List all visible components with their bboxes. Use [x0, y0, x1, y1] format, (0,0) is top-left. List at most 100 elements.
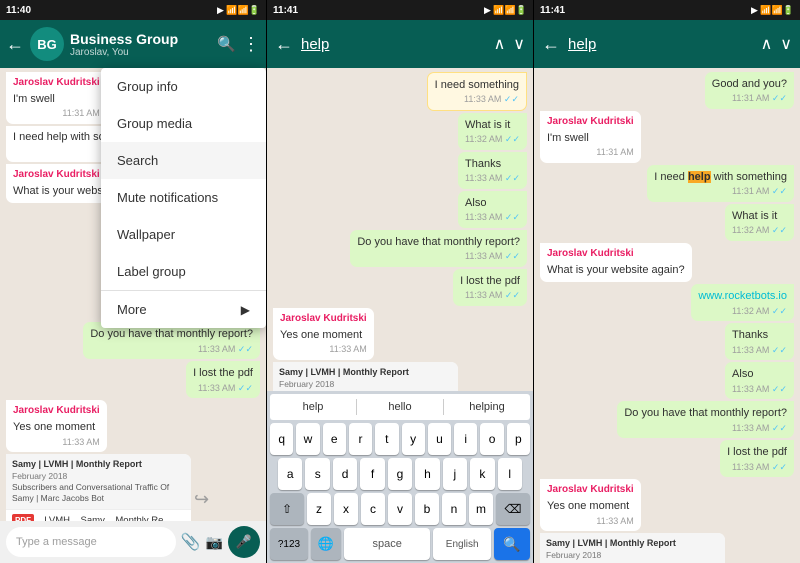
msg-sender: Jaroslav Kudritski	[547, 247, 685, 261]
kb-key-b[interactable]: b	[415, 493, 439, 525]
kb-key-globe[interactable]: 🌐	[311, 528, 341, 560]
kb-suggestions: help hello helping	[270, 394, 530, 420]
msg-outgoing: Thanks 11:33 AM ✓✓	[725, 323, 794, 360]
menu-item-label[interactable]: Label group	[101, 253, 266, 290]
msg-outgoing: I lost the pdf 11:33 AM ✓✓	[720, 440, 794, 477]
kb-key-l[interactable]: l	[498, 458, 522, 490]
more-chevron-icon: ▶	[241, 303, 250, 317]
msg-text: What is your website again?	[547, 264, 685, 276]
msg-meta: 11:33 AM ✓✓	[90, 343, 253, 356]
header-info-1[interactable]: Business Group Jaroslav, You	[70, 31, 211, 58]
pdf-preview-2: Samy | LVMH | Monthly Report February 20…	[273, 362, 458, 391]
input-box-1[interactable]: Type a message	[6, 527, 176, 557]
pdf-card-1[interactable]: Samy | LVMH | Monthly Report February 20…	[6, 454, 191, 521]
kb-key-search[interactable]: 🔍	[494, 528, 530, 560]
msg-meta: 11:33 AM ✓✓	[465, 211, 520, 224]
pdf-card-3[interactable]: Samy | LVMH | Monthly Report February 20…	[540, 533, 725, 563]
msg-meta: 11:33 AM ✓✓	[435, 93, 519, 106]
msg-meta: 11:32 AM ✓✓	[698, 305, 787, 318]
msg-outgoing: Also 11:33 AM ✓✓	[725, 362, 794, 399]
kb-suggestion-helping[interactable]: helping	[444, 401, 530, 413]
msg-text: Thanks	[732, 329, 768, 341]
kb-key-v[interactable]: v	[388, 493, 412, 525]
kb-key-e[interactable]: e	[323, 423, 346, 455]
kb-suggestion-hello[interactable]: hello	[357, 401, 443, 413]
search-header-2: ← help ∧ ∨	[267, 20, 533, 68]
kb-key-t[interactable]: t	[375, 423, 398, 455]
kb-key-shift[interactable]: ⇧	[270, 493, 304, 525]
kb-key-d[interactable]: d	[333, 458, 357, 490]
kb-key-a[interactable]: a	[278, 458, 302, 490]
kb-key-u[interactable]: u	[428, 423, 451, 455]
back-icon-1[interactable]: ←	[6, 34, 24, 55]
kb-key-z[interactable]: z	[307, 493, 331, 525]
menu-item-search[interactable]: Search	[101, 142, 266, 179]
msg-meta: 11:31 AM ✓✓	[654, 185, 787, 198]
msg-text: www.rocketbots.io	[698, 290, 787, 302]
camera-icon-1[interactable]: 📷	[206, 534, 223, 551]
kb-key-w[interactable]: w	[296, 423, 319, 455]
nav-up-icon-3[interactable]: ∧	[761, 34, 773, 54]
kb-key-y[interactable]: y	[402, 423, 425, 455]
kb-suggestion-help[interactable]: help	[270, 401, 356, 413]
kb-key-m[interactable]: m	[469, 493, 493, 525]
more-icon-1[interactable]: ⋮	[242, 34, 260, 55]
menu-item-group-info[interactable]: Group info	[101, 68, 266, 105]
kb-key-o[interactable]: o	[480, 423, 503, 455]
mic-button-1[interactable]: 🎤	[228, 526, 260, 558]
pdf-preview-1: Samy | LVMH | Monthly Report February 20…	[6, 454, 191, 510]
msg-meta: 11:33 AM ✓✓	[357, 250, 520, 263]
msg-meta: 11:33 AM	[547, 515, 634, 528]
back-icon-3[interactable]: ←	[542, 34, 560, 55]
pdf-card-2[interactable]: Samy | LVMH | Monthly Report February 20…	[273, 362, 458, 391]
msg-meta: 11:33 AM ✓✓	[460, 289, 520, 302]
menu-item-mute[interactable]: Mute notifications	[101, 179, 266, 216]
kb-key-i[interactable]: i	[454, 423, 477, 455]
search-term-3: help	[568, 36, 753, 53]
kb-key-c[interactable]: c	[361, 493, 385, 525]
status-bar-1: 11:40 ▶ 📶📶🔋	[0, 0, 267, 20]
msg-meta: 11:32 AM ✓✓	[465, 133, 520, 146]
msg-sender: Jaroslav Kudritski	[547, 483, 634, 497]
kb-key-j[interactable]: j	[443, 458, 467, 490]
search-icon-1[interactable]: 🔍	[217, 35, 236, 53]
more-label: More	[117, 302, 147, 317]
kb-key-g[interactable]: g	[388, 458, 412, 490]
kb-key-backspace[interactable]: ⌫	[496, 493, 530, 525]
msg-outgoing: Also 11:33 AM ✓✓	[458, 191, 527, 228]
msg-incoming: Jaroslav Kudritski What is your website …	[540, 243, 692, 282]
kb-key-f[interactable]: f	[360, 458, 384, 490]
kb-row-4: ?123 🌐 space English 🔍	[270, 528, 530, 560]
status-icons-2: ▶ 📶📶🔋	[484, 5, 527, 16]
chat-input-1: Type a message 📎 📷 🎤	[0, 521, 266, 563]
kb-key-k[interactable]: k	[470, 458, 494, 490]
kb-key-q[interactable]: q	[270, 423, 293, 455]
kb-key-r[interactable]: r	[349, 423, 372, 455]
kb-key-s[interactable]: s	[305, 458, 329, 490]
forward-icon-1[interactable]: ↪	[194, 489, 209, 510]
kb-key-p[interactable]: p	[507, 423, 530, 455]
doc-sub: February 2018	[12, 471, 185, 482]
nav-up-icon-2[interactable]: ∧	[494, 34, 506, 54]
kb-key-x[interactable]: x	[334, 493, 358, 525]
kb-key-num[interactable]: ?123	[270, 528, 308, 560]
kb-key-h[interactable]: h	[415, 458, 439, 490]
msg-sender: Jaroslav Kudritski	[280, 312, 367, 326]
menu-item-more[interactable]: More ▶	[101, 291, 266, 328]
time-3: 11:41	[540, 5, 565, 16]
msg-text: I lost the pdf	[460, 275, 520, 287]
input-placeholder-1: Type a message	[16, 536, 97, 548]
nav-down-icon-2[interactable]: ∨	[513, 34, 525, 54]
msg-outgoing-highlight: I need something 11:33 AM ✓✓	[427, 72, 527, 111]
msg-text: I need something	[435, 79, 519, 91]
back-icon-2[interactable]: ←	[275, 34, 293, 55]
kb-key-n[interactable]: n	[442, 493, 466, 525]
menu-item-wallpaper[interactable]: Wallpaper	[101, 216, 266, 253]
pdf-icon-1: PDF	[12, 514, 34, 521]
menu-item-group-media[interactable]: Group media	[101, 105, 266, 142]
attach-icon-1[interactable]: 📎	[181, 532, 201, 552]
msg-text: I'm swell	[13, 93, 55, 105]
kb-key-space[interactable]: space	[344, 528, 430, 560]
msg-text: Yes one moment	[280, 329, 362, 341]
nav-down-icon-3[interactable]: ∨	[780, 34, 792, 54]
